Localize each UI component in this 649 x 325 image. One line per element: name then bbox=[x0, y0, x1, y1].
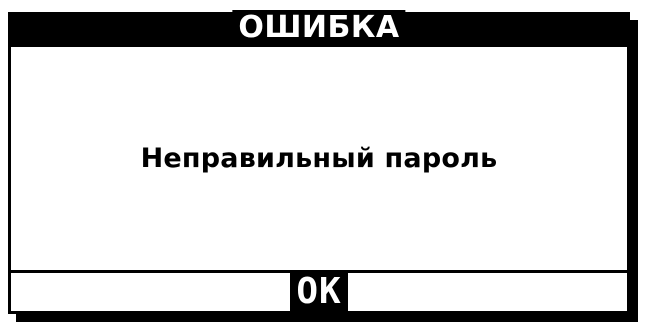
message-area: Неправильный пароль bbox=[11, 47, 627, 270]
error-message: Неправильный пароль bbox=[140, 142, 498, 174]
screen: ОШИБКА Неправильный пароль OK bbox=[0, 0, 649, 325]
dialog-title: ОШИБКА bbox=[232, 10, 406, 46]
button-row: OK bbox=[11, 273, 627, 311]
ok-button[interactable]: OK bbox=[290, 273, 348, 311]
error-dialog: ОШИБКА Неправильный пароль OK bbox=[8, 10, 630, 314]
